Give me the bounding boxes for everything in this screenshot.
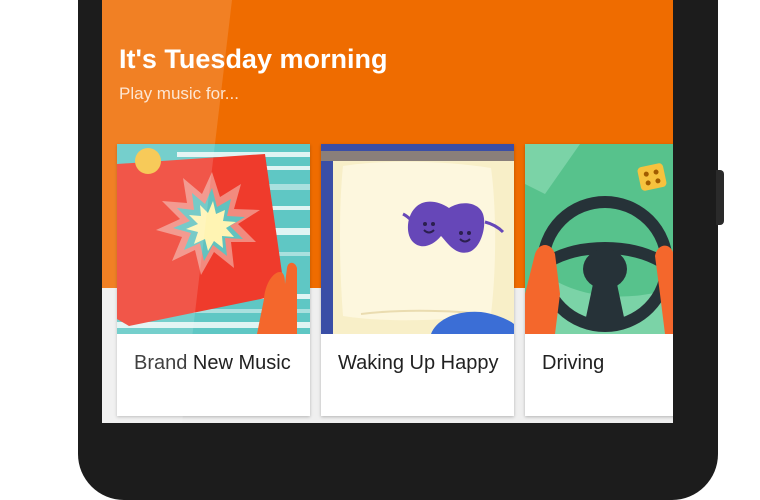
card-label: Waking Up Happy [338,352,499,374]
greeting-title: It's Tuesday morning [119,44,388,74]
starburst-record-icon [117,144,310,334]
card-label: Driving [542,352,605,374]
greeting-subtitle: Play music for... [119,84,239,103]
playlist-card-driving[interactable]: Driving [525,144,673,416]
phone-side-button [716,170,724,225]
playlist-card-waking-up-happy[interactable]: Waking Up Happy [321,144,514,416]
app-screen: It's Tuesday morning Play music for... B… [102,0,673,423]
card-label: Brand New Music [134,352,291,374]
playlist-card-brand-new-music[interactable]: Brand New Music [117,144,310,416]
steering-wheel-icon [525,144,673,334]
sleep-mask-icon [321,144,514,334]
